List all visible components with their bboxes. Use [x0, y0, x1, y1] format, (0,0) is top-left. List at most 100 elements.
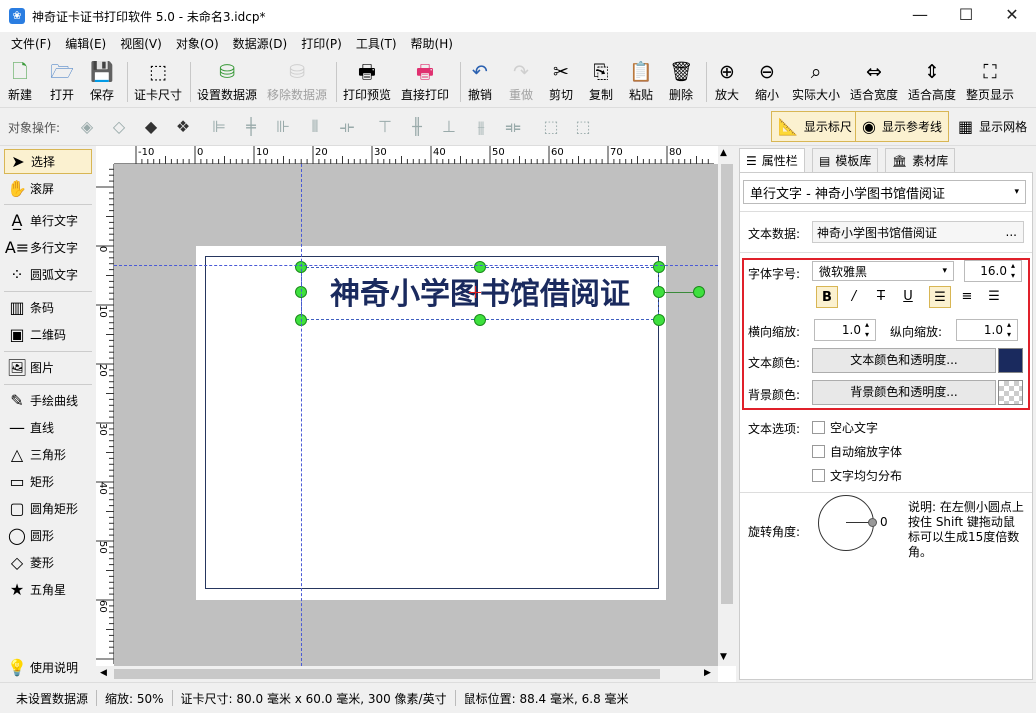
tool-multi-text[interactable]: A≡ 多行文字 — [4, 235, 92, 260]
delete-button[interactable]: 🗑 删除 — [669, 58, 693, 106]
align-center-button[interactable]: ≡ — [956, 286, 978, 308]
tool-star[interactable]: ★ 五角星 — [4, 577, 92, 602]
layers-up-icon[interactable]: ◆ — [141, 117, 161, 137]
menu-tools[interactable]: 工具(T) — [349, 32, 404, 56]
resize-handle[interactable] — [653, 286, 665, 298]
italic-button[interactable]: / — [843, 286, 865, 308]
actual-size-button[interactable]: ⌕ 实际大小 — [792, 58, 840, 106]
font-size-spinner[interactable]: 16.0 — [964, 260, 1022, 282]
undo-button[interactable]: ↶ 撤销 — [468, 58, 492, 106]
align-right-icon[interactable]: ⊪ — [273, 117, 293, 137]
redo-button[interactable]: ↷ 重做 — [509, 58, 533, 106]
align-bottom-icon[interactable]: ⊥ — [439, 117, 459, 137]
horizontal-scrollbar[interactable]: ◀ ▶ — [96, 666, 718, 682]
vscale-spinner[interactable]: 1.0 — [956, 319, 1018, 341]
copy-button[interactable]: ⎘ 复制 — [589, 58, 613, 106]
group-icon[interactable]: ⬚ — [541, 117, 561, 137]
ellipsis-button[interactable]: ... — [1006, 225, 1017, 239]
direct-print-button[interactable]: 🖶 直接打印 — [401, 58, 449, 106]
new-button[interactable]: 🗋 新建 — [8, 58, 32, 106]
hollow-text-checkbox[interactable]: 空心文字 — [812, 419, 878, 436]
remove-datasource-button[interactable]: ⛁ 移除数据源 — [267, 58, 327, 106]
bring-to-front-icon[interactable]: ◈ — [77, 117, 97, 137]
help-button[interactable]: 💡 使用说明 — [4, 655, 92, 680]
tool-rounded-rect[interactable]: ▢ 圆角矩形 — [4, 496, 92, 521]
space-h-icon[interactable]: ⟛ — [337, 117, 357, 137]
open-button[interactable]: 🗁 打开 — [50, 58, 74, 106]
resize-handle[interactable] — [653, 261, 665, 273]
left-ruler[interactable]: 0 10 20 30 40 50 60 — [96, 164, 114, 664]
card-page[interactable]: 神奇小学图书馆借阅证 — [196, 246, 705, 600]
top-ruler[interactable]: -10 0 10 20 30 40 50 60 70 80 — [114, 146, 714, 164]
align-center-icon[interactable]: ╪ — [241, 117, 261, 137]
work-area[interactable]: 神奇小学图书馆借阅证 — [114, 164, 718, 666]
text-color-button[interactable]: 文本颜色和透明度... — [812, 348, 996, 373]
card-size-button[interactable]: ⬚ 证卡尺寸 — [134, 58, 182, 106]
tool-rect[interactable]: ▭ 矩形 — [4, 469, 92, 494]
scroll-left-icon[interactable]: ◀ — [100, 668, 107, 678]
align-left-icon[interactable]: ⊫ — [209, 117, 229, 137]
ungroup-icon[interactable]: ⬚ — [573, 117, 593, 137]
tool-line[interactable]: — 直线 — [4, 415, 92, 440]
selected-text-object[interactable]: 神奇小学图书馆借阅证 — [301, 267, 659, 320]
bg-color-swatch[interactable] — [998, 380, 1023, 405]
tool-scroll[interactable]: ✋ 滚屏 — [4, 176, 92, 201]
tool-barcode[interactable]: ▥ 条码 — [4, 295, 92, 320]
vertical-scrollbar[interactable]: ▲ ▼ — [718, 146, 736, 666]
bg-color-button[interactable]: 背景颜色和透明度... — [812, 380, 996, 405]
align-middle-icon[interactable]: ╫ — [407, 117, 427, 137]
text-data-field[interactable]: 神奇小学图书馆借阅证... — [812, 221, 1024, 243]
menu-print[interactable]: 打印(P) — [294, 32, 349, 56]
print-preview-button[interactable]: 🖶 打印预览 — [343, 58, 391, 106]
menu-edit[interactable]: 编辑(E) — [58, 32, 113, 56]
rotation-dial-knob[interactable] — [868, 518, 877, 527]
tool-select[interactable]: ➤ 选择 — [4, 149, 92, 174]
resize-handle[interactable] — [474, 261, 486, 273]
tab-assets[interactable]: 🏛 素材库 — [885, 148, 956, 172]
tool-diamond[interactable]: ◇ 菱形 — [4, 550, 92, 575]
fit-page-button[interactable]: ⛶ 整页显示 — [966, 58, 1014, 106]
bold-button[interactable]: B — [816, 286, 838, 308]
autoscale-font-checkbox[interactable]: 自动缩放字体 — [812, 443, 902, 460]
show-guides-toggle[interactable]: ◉ 显示参考线 — [855, 111, 949, 142]
resize-handle[interactable] — [474, 314, 486, 326]
paste-button[interactable]: 📋 粘贴 — [629, 58, 653, 106]
menu-datasource[interactable]: 数据源(D) — [226, 32, 295, 56]
fit-width-button[interactable]: ⇔ 适合宽度 — [850, 58, 898, 106]
underline-button[interactable]: U — [897, 286, 919, 308]
distribute-v-icon[interactable]: ⫵ — [471, 117, 491, 137]
menu-file[interactable]: 文件(F) — [4, 32, 58, 56]
menu-help[interactable]: 帮助(H) — [404, 32, 460, 56]
strikethrough-button[interactable]: T — [870, 286, 892, 308]
font-family-select[interactable]: 微软雅黑 ▾ — [812, 261, 954, 281]
tool-arc-text[interactable]: ⁘ 圆弧文字 — [4, 262, 92, 287]
distribute-text-checkbox[interactable]: 文字均匀分布 — [812, 467, 902, 484]
close-button[interactable]: ✕ — [989, 0, 1035, 32]
show-ruler-toggle[interactable]: 📐 显示标尺 — [771, 111, 859, 142]
resize-handle[interactable] — [653, 314, 665, 326]
tool-qrcode[interactable]: ▣ 二维码 — [4, 322, 92, 347]
show-grid-toggle[interactable]: ▦ 显示网格 — [951, 111, 1034, 142]
zoom-out-button[interactable]: ⊖ 缩小 — [755, 58, 779, 106]
menu-view[interactable]: 视图(V) — [113, 32, 169, 56]
scroll-right-icon[interactable]: ▶ — [704, 668, 711, 678]
align-right-button[interactable]: ☰ — [983, 286, 1005, 308]
cut-button[interactable]: ✂ 剪切 — [549, 58, 573, 106]
maximize-button[interactable]: ☐ — [943, 0, 989, 32]
align-top-icon[interactable]: ⊤ — [375, 117, 395, 137]
vertical-guide-line[interactable] — [301, 164, 302, 666]
send-to-back-icon[interactable]: ◇ — [109, 117, 129, 137]
object-select[interactable]: 单行文字 - 神奇小学图书馆借阅证 ▾ — [743, 180, 1026, 204]
text-color-swatch[interactable] — [998, 348, 1023, 373]
tool-ellipse[interactable]: ◯ 圆形 — [4, 523, 92, 548]
tool-freehand[interactable]: ✎ 手绘曲线 — [4, 388, 92, 413]
scroll-up-icon[interactable]: ▲ — [720, 148, 727, 158]
scroll-down-icon[interactable]: ▼ — [720, 652, 727, 662]
zoom-in-button[interactable]: ⊕ 放大 — [715, 58, 739, 106]
menu-object[interactable]: 对象(O) — [169, 32, 226, 56]
tab-properties[interactable]: ☰ 属性栏 — [739, 148, 805, 172]
layers-down-icon[interactable]: ❖ — [173, 117, 193, 137]
fit-height-button[interactable]: ⇕ 适合高度 — [908, 58, 956, 106]
align-left-button[interactable]: ☰ — [929, 286, 951, 308]
space-v-icon[interactable]: ⟚ — [503, 117, 523, 137]
